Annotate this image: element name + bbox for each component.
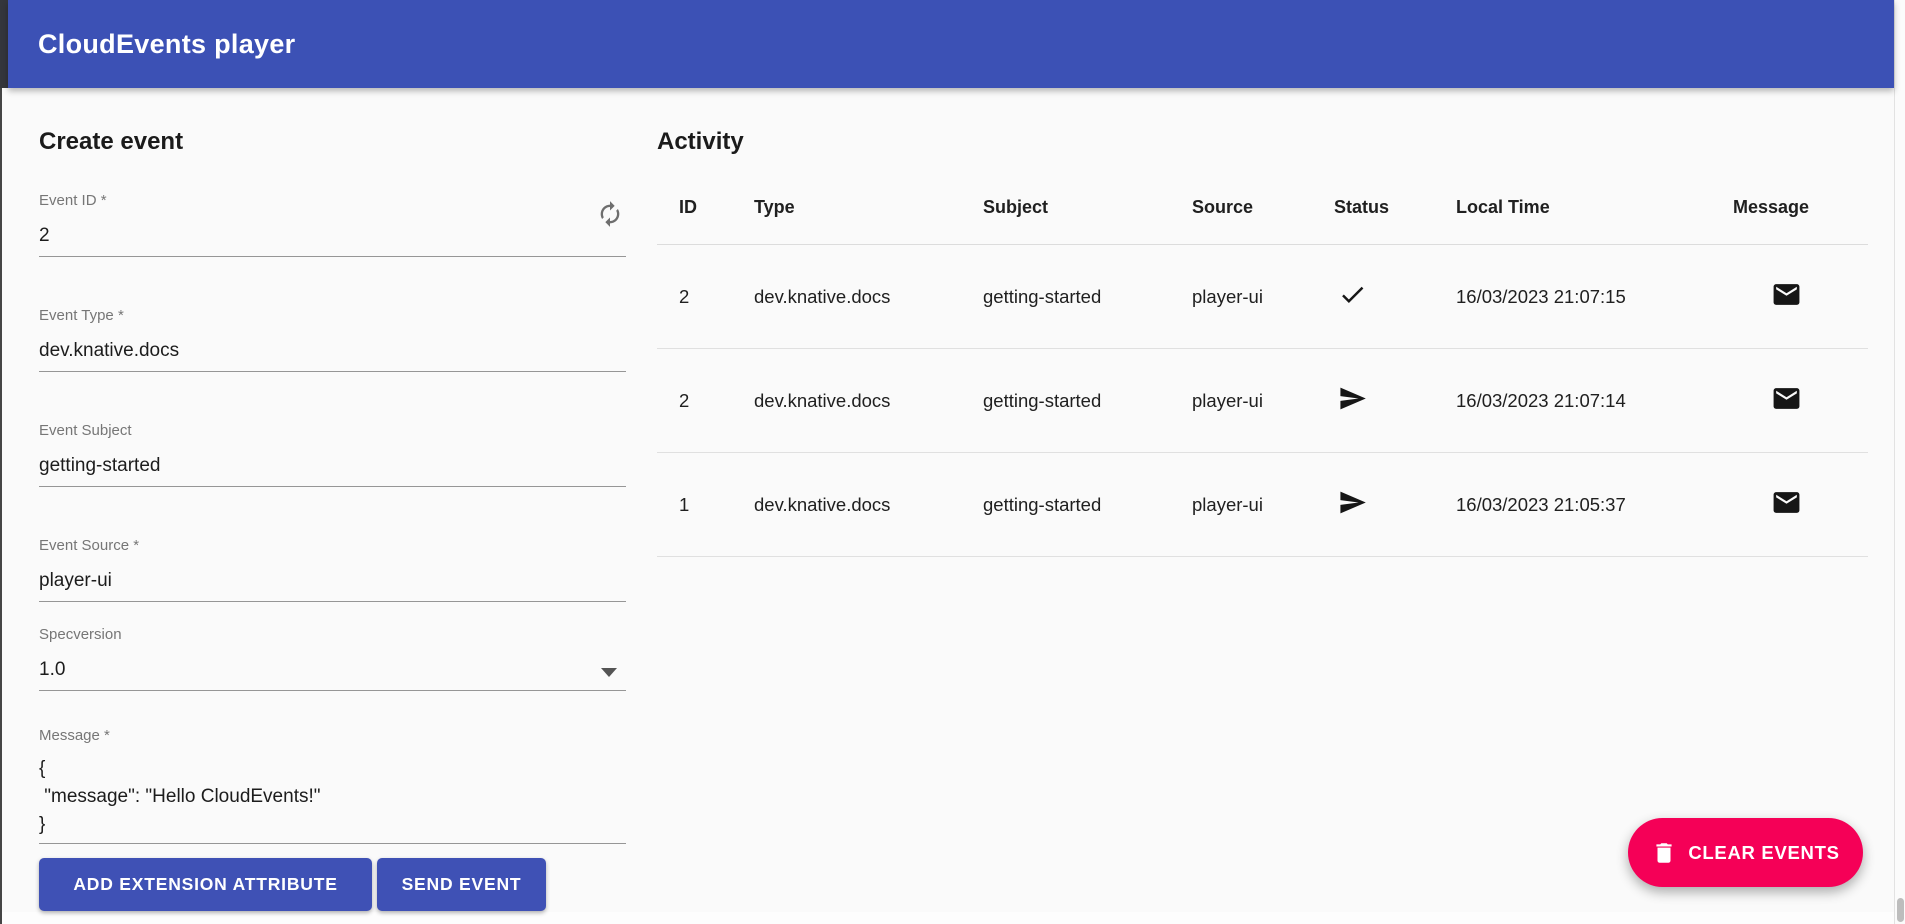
event-type-input[interactable]: dev.knative.docs: [39, 325, 626, 372]
trash-icon: [1651, 840, 1677, 866]
cell-local-time: 16/03/2023 21:05:37: [1456, 494, 1733, 516]
cell-subject: getting-started: [983, 286, 1192, 308]
send-icon: [1338, 488, 1367, 517]
send-event-button[interactable]: SEND EVENT: [377, 858, 546, 911]
message-field: Message * { "message": "Hello CloudEvent…: [39, 727, 626, 844]
vertical-scrollbar[interactable]: [1894, 0, 1905, 924]
app-bar: CloudEvents player: [8, 0, 1894, 88]
event-source-field: Event Source * player-ui: [39, 537, 626, 602]
cell-subject: getting-started: [983, 390, 1192, 412]
create-event-title: Create event: [39, 127, 626, 157]
clear-events-button[interactable]: CLEAR EVENTS: [1628, 818, 1863, 887]
event-id-input[interactable]: 2: [39, 210, 626, 257]
column-header-status: Status: [1334, 197, 1456, 218]
envelope-icon[interactable]: [1771, 487, 1802, 518]
event-type-label: Event Type *: [39, 307, 626, 325]
refresh-icon[interactable]: [596, 200, 624, 228]
cell-source: player-ui: [1192, 390, 1334, 412]
envelope-icon[interactable]: [1771, 383, 1802, 414]
table-row: 2 dev.knative.docs getting-started playe…: [657, 349, 1868, 453]
activity-table: ID Type Subject Source Status Local Time…: [657, 171, 1868, 557]
cell-id: 2: [657, 390, 754, 412]
cell-local-time: 16/03/2023 21:07:15: [1456, 286, 1733, 308]
column-header-type: Type: [754, 197, 983, 218]
app-title: CloudEvents player: [38, 29, 295, 60]
event-id-label: Event ID *: [39, 192, 626, 210]
cell-type: dev.knative.docs: [754, 390, 983, 412]
cell-id: 1: [657, 494, 754, 516]
cell-source: player-ui: [1192, 286, 1334, 308]
cell-id: 2: [657, 286, 754, 308]
activity-panel: Activity ID Type Subject Source Status L…: [657, 88, 1868, 557]
activity-title: Activity: [657, 127, 1868, 157]
event-type-field: Event Type * dev.knative.docs: [39, 307, 626, 372]
check-icon: [1338, 280, 1367, 309]
message-textarea[interactable]: { "message": "Hello CloudEvents!" }: [39, 745, 626, 844]
cell-local-time: 16/03/2023 21:07:14: [1456, 390, 1733, 412]
cell-source: player-ui: [1192, 494, 1334, 516]
event-subject-input[interactable]: getting-started: [39, 440, 626, 487]
column-header-id: ID: [657, 197, 754, 218]
column-header-local-time: Local Time: [1456, 197, 1733, 218]
specversion-field: Specversion 1.0: [39, 626, 626, 691]
event-source-input[interactable]: player-ui: [39, 555, 626, 602]
form-actions: ADD EXTENSION ATTRIBUTE SEND EVENT: [39, 858, 626, 911]
send-icon: [1338, 384, 1367, 413]
table-row: 2 dev.knative.docs getting-started playe…: [657, 245, 1868, 349]
create-event-panel: Create event Event ID * 2 Event Type * d…: [39, 88, 626, 911]
scrollbar-thumb[interactable]: [1897, 898, 1904, 922]
cloudevents-player-page: CloudEvents player Create event Event ID…: [0, 0, 1905, 924]
event-id-field: Event ID * 2: [39, 192, 626, 257]
window-edge: [0, 88, 2, 924]
cell-type: dev.knative.docs: [754, 494, 983, 516]
activity-table-header: ID Type Subject Source Status Local Time…: [657, 171, 1868, 245]
envelope-icon[interactable]: [1771, 279, 1802, 310]
event-subject-label: Event Subject: [39, 422, 626, 440]
table-row: 1 dev.knative.docs getting-started playe…: [657, 453, 1868, 557]
cell-type: dev.knative.docs: [754, 286, 983, 308]
clear-events-label: CLEAR EVENTS: [1688, 842, 1839, 864]
message-label: Message *: [39, 727, 626, 745]
column-header-message: Message: [1733, 197, 1868, 218]
specversion-select[interactable]: 1.0: [39, 644, 626, 691]
add-extension-attribute-button[interactable]: ADD EXTENSION ATTRIBUTE: [39, 858, 372, 911]
cell-subject: getting-started: [983, 494, 1192, 516]
column-header-subject: Subject: [983, 197, 1192, 218]
window-edge-top: [0, 0, 8, 88]
specversion-label: Specversion: [39, 626, 626, 644]
event-source-label: Event Source *: [39, 537, 626, 555]
column-header-source: Source: [1192, 197, 1334, 218]
event-subject-field: Event Subject getting-started: [39, 422, 626, 487]
dropdown-arrow-icon[interactable]: [601, 668, 617, 677]
horizontal-scrollbar-track[interactable]: [2, 912, 1894, 924]
